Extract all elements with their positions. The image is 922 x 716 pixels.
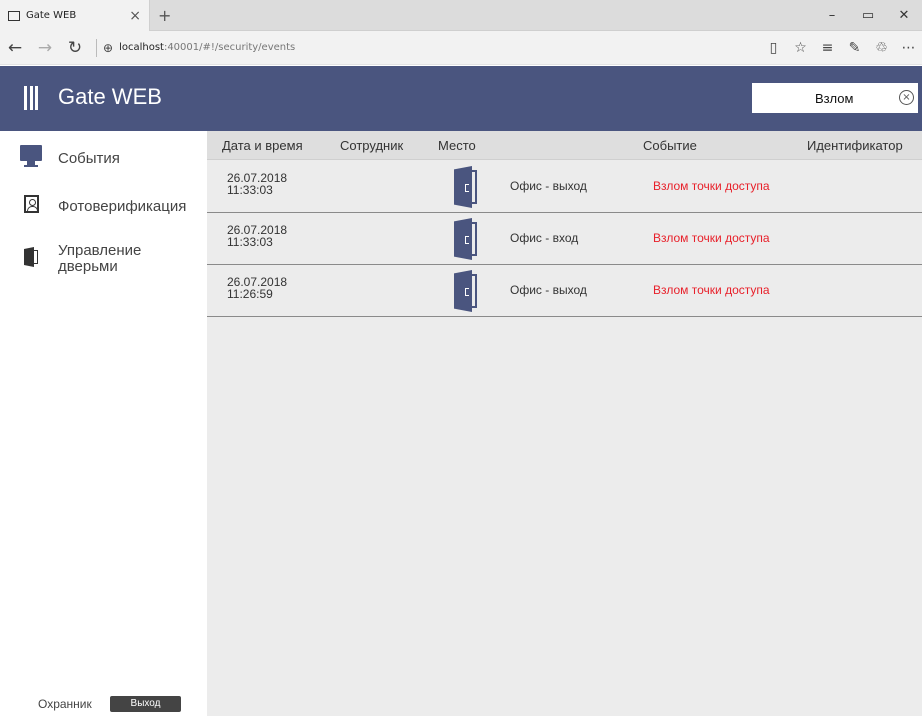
clear-search-icon[interactable]: × [899,90,914,105]
menu-icon[interactable] [24,86,38,110]
event-type: Взлом точки доступа [653,283,770,297]
events-table: Дата и время Сотрудник Место Событие Иде… [207,131,922,716]
globe-icon: ⊕ [103,40,114,55]
browser-toolbar: ▯ ☆ ≡ ✎ ♲ ⋯ [760,31,922,65]
sidebar-item-photo-verification[interactable]: Фотоверификация [0,193,207,223]
event-time: 11:26:59 [227,287,273,301]
column-header-employee[interactable]: Сотрудник [340,138,403,153]
refresh-icon[interactable]: ↻ [60,38,90,58]
url-field[interactable]: localhost:40001/#!/security/events [119,42,295,53]
event-datetime: 26.07.2018 11:33:03 [227,224,287,248]
browser-tab[interactable]: Gate WEB × [0,0,150,31]
event-place: Офис - вход [510,231,579,245]
reading-view-icon[interactable]: ▯ [760,40,787,56]
event-time: 11:33:03 [227,235,273,249]
divider [96,38,97,57]
event-type: Взлом точки доступа [653,179,770,193]
hub-icon[interactable]: ≡ [814,40,841,56]
search-box: × [752,83,918,113]
door-icon [24,247,38,267]
search-input[interactable] [752,83,892,113]
door-icon [454,270,478,312]
app-title: Gate WEB [58,84,162,109]
event-place: Офис - выход [510,283,587,297]
new-tab-icon[interactable]: + [158,6,171,25]
app-header: Gate WEB × [0,66,922,131]
event-type: Взлом точки доступа [653,231,770,245]
forward-icon[interactable]: → [30,38,60,58]
browser-tab-bar: Gate WEB × + – ▭ ✕ [0,0,922,31]
door-icon [454,166,478,208]
logout-button[interactable]: Выход [110,696,181,712]
monitor-icon [20,145,42,167]
sidebar: События Фотоверификация Управление дверьм… [0,131,207,716]
event-time: 11:33:03 [227,183,273,197]
close-window-icon[interactable]: ✕ [886,8,922,23]
minimize-icon[interactable]: – [814,8,850,23]
photo-id-icon [24,195,39,213]
web-note-icon[interactable]: ✎ [841,40,868,56]
url-host: localhost [119,42,164,53]
sidebar-item-door-control[interactable]: Управление дверьми [0,241,207,277]
table-row[interactable]: 26.07.2018 11:26:59 Офис - выход Взлом то… [207,265,922,317]
table-header: Дата и время Сотрудник Место Событие Иде… [207,131,922,160]
window-controls: – ▭ ✕ [814,0,922,31]
column-header-identifier[interactable]: Идентификатор [807,138,903,153]
column-header-place[interactable]: Место [438,138,476,153]
favorite-star-icon[interactable]: ☆ [787,40,814,56]
door-icon [454,218,478,260]
sidebar-footer: Охранник Выход [0,693,207,716]
share-icon[interactable]: ♲ [868,40,895,56]
sidebar-item-label-line2: дверьми [58,258,118,275]
back-icon[interactable]: ← [0,38,30,58]
user-name: Охранник [38,697,92,711]
event-datetime: 26.07.2018 11:33:03 [227,172,287,196]
tab-page-icon [8,10,20,21]
event-place: Офис - выход [510,179,587,193]
sidebar-item-label: Фотоверификация [58,198,187,215]
url-path: :40001/#!/security/events [163,42,296,53]
sidebar-item-events[interactable]: События [0,145,207,175]
sidebar-item-label: События [58,150,120,167]
column-header-event[interactable]: Событие [643,138,697,153]
more-icon[interactable]: ⋯ [895,40,922,56]
restore-icon[interactable]: ▭ [850,8,886,23]
table-row[interactable]: 26.07.2018 11:33:03 Офис - вход Взлом точ… [207,213,922,265]
table-row[interactable]: 26.07.2018 11:33:03 Офис - выход Взлом то… [207,161,922,213]
tab-close-icon[interactable]: × [129,8,141,24]
sidebar-item-label: Управление дверьми [58,243,141,275]
sidebar-item-label-line1: Управление [58,242,142,259]
event-datetime: 26.07.2018 11:26:59 [227,276,287,300]
tab-title: Gate WEB [26,10,77,21]
address-bar: ← → ↻ ⊕ localhost:40001/#!/security/even… [0,31,922,65]
column-header-datetime[interactable]: Дата и время [222,138,303,153]
